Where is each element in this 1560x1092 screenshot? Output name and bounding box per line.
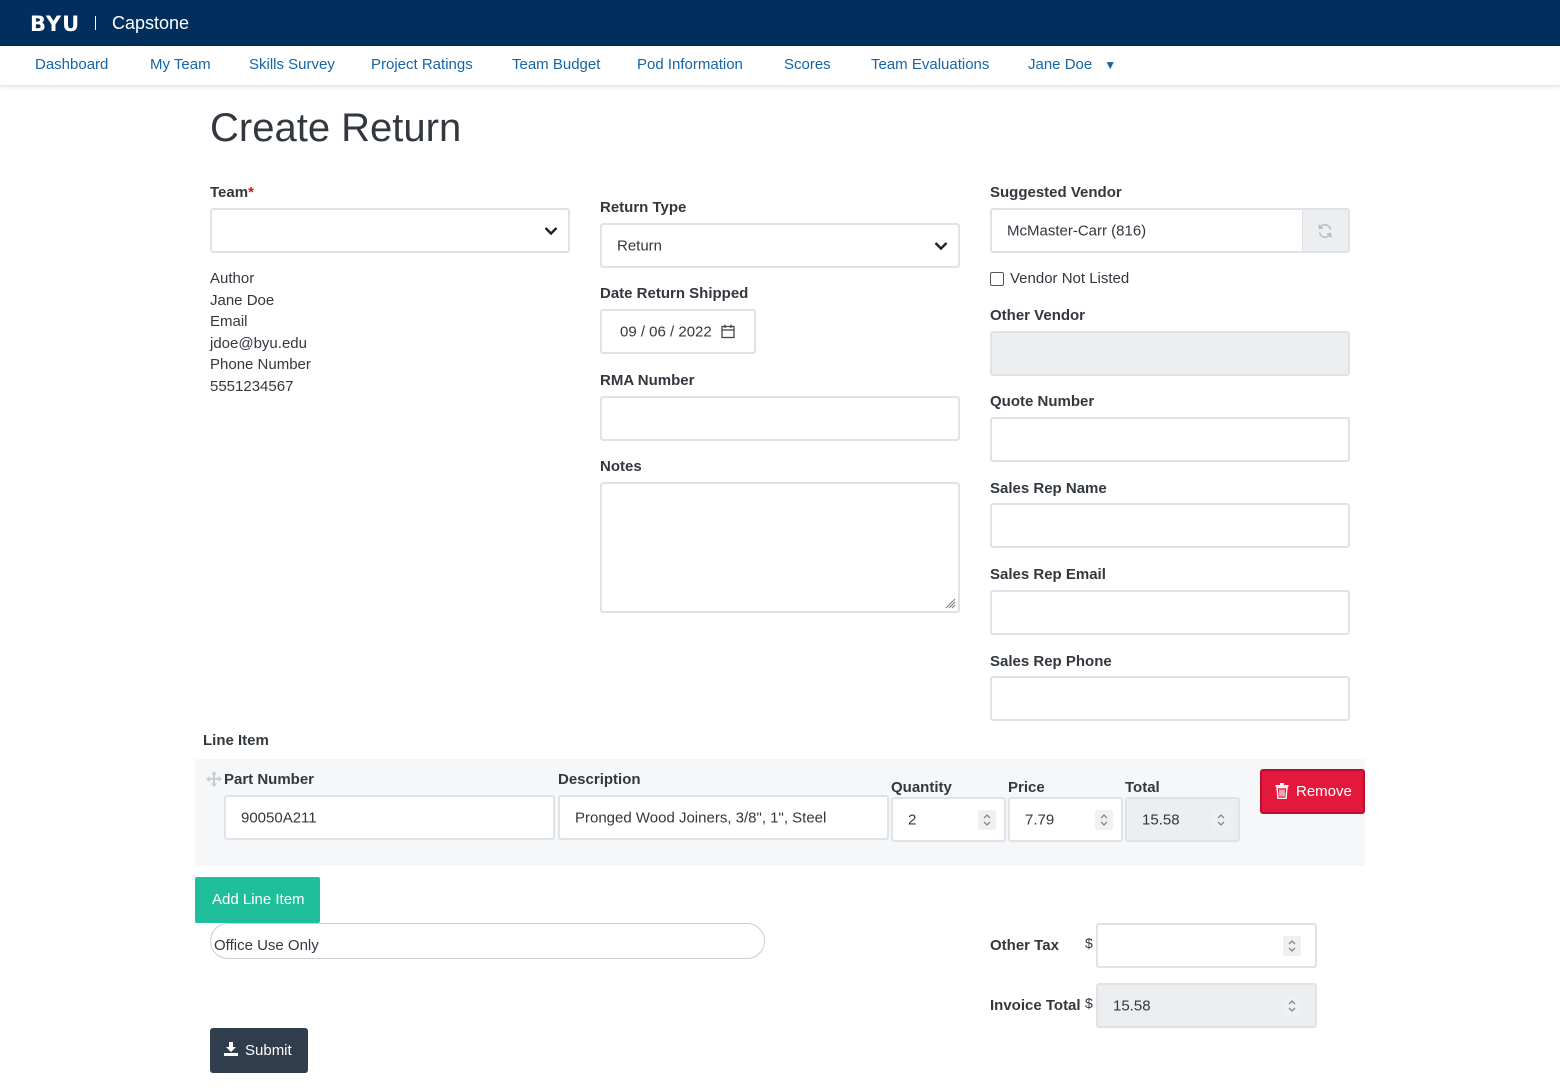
byu-logo[interactable]: BYU bbox=[30, 12, 80, 36]
price-value: 7.79 bbox=[1025, 811, 1055, 828]
notes-label: Notes bbox=[600, 458, 642, 475]
nav-dashboard[interactable]: Dashboard bbox=[35, 56, 108, 73]
drag-handle-icon[interactable] bbox=[205, 770, 223, 788]
submit-icon bbox=[224, 1042, 238, 1056]
description-header: Description bbox=[558, 771, 641, 788]
nav-scores[interactable]: Scores bbox=[784, 56, 831, 73]
vendor-not-listed-label: Vendor Not Listed bbox=[1010, 270, 1130, 287]
phone-label: Phone Number bbox=[210, 356, 311, 373]
nav-team-evaluations[interactable]: Team Evaluations bbox=[871, 56, 989, 73]
part-number-input[interactable]: 90050A211 bbox=[224, 795, 555, 840]
suggested-vendor-input[interactable]: McMaster-Carr (816) bbox=[990, 208, 1304, 253]
part-number-value: 90050A211 bbox=[241, 809, 317, 826]
main-nav: Dashboard My Team Skills Survey Project … bbox=[0, 46, 1560, 86]
user-menu[interactable]: Jane Doe ▼ bbox=[1028, 56, 1116, 73]
resize-handle-icon[interactable] bbox=[944, 597, 956, 609]
user-name: Jane Doe bbox=[1028, 56, 1093, 73]
spinner-icon[interactable] bbox=[1095, 809, 1113, 830]
author-label: Author bbox=[210, 270, 255, 287]
app-name[interactable]: Capstone bbox=[112, 13, 189, 34]
office-use-only-label: Office Use Only bbox=[214, 937, 319, 954]
invoice-total-value: 15.58 bbox=[1113, 997, 1151, 1014]
phone-value: 5551234567 bbox=[210, 378, 294, 395]
quantity-stepper[interactable]: 2 bbox=[891, 797, 1006, 842]
page-title: Create Return bbox=[210, 106, 462, 150]
spinner-icon[interactable] bbox=[1283, 935, 1301, 956]
submit-button[interactable]: Submit bbox=[210, 1028, 308, 1073]
line-item-section-label: Line Item bbox=[203, 732, 269, 749]
spinner-icon bbox=[1283, 995, 1301, 1016]
submit-label: Submit bbox=[245, 1042, 292, 1059]
rma-number-label: RMA Number bbox=[600, 372, 695, 389]
logo-divider bbox=[95, 16, 96, 30]
sales-rep-phone-label: Sales Rep Phone bbox=[990, 653, 1112, 670]
invoice-total-label: Invoice Total bbox=[990, 997, 1081, 1014]
date-shipped-label: Date Return Shipped bbox=[600, 285, 749, 302]
nav-team-budget[interactable]: Team Budget bbox=[512, 56, 600, 73]
trash-icon bbox=[1275, 783, 1289, 799]
email-value: jdoe@byu.edu bbox=[210, 335, 307, 352]
quantity-value: 2 bbox=[908, 811, 917, 828]
add-line-item-label: Add Line Item bbox=[212, 891, 305, 908]
notes-textarea[interactable] bbox=[600, 482, 960, 613]
total-value: 15.58 bbox=[1142, 811, 1180, 828]
calendar-icon[interactable] bbox=[721, 324, 735, 339]
remove-line-item-button[interactable]: Remove bbox=[1260, 769, 1365, 814]
part-number-header: Part Number bbox=[224, 771, 315, 788]
top-header: BYU Capstone bbox=[0, 0, 1560, 46]
currency-symbol: $ bbox=[1085, 995, 1093, 1011]
sales-rep-phone-input[interactable] bbox=[990, 676, 1350, 721]
rma-number-input[interactable] bbox=[600, 396, 960, 441]
sales-rep-name-label: Sales Rep Name bbox=[990, 480, 1107, 497]
price-stepper[interactable]: 7.79 bbox=[1008, 797, 1123, 842]
suggested-vendor-value: McMaster-Carr (816) bbox=[1007, 222, 1147, 239]
nav-pod-information[interactable]: Pod Information bbox=[637, 56, 743, 73]
suggested-vendor-label: Suggested Vendor bbox=[990, 184, 1122, 201]
spinner-icon bbox=[1212, 809, 1230, 830]
total-header: Total bbox=[1125, 779, 1160, 796]
chevron-down-icon bbox=[544, 226, 558, 235]
sales-rep-email-input[interactable] bbox=[990, 590, 1350, 635]
sales-rep-email-label: Sales Rep Email bbox=[990, 566, 1106, 583]
refresh-icon bbox=[1318, 224, 1332, 238]
description-input[interactable]: Pronged Wood Joiners, 3/8", 1", Steel bbox=[558, 795, 889, 840]
team-select[interactable] bbox=[210, 208, 570, 253]
add-line-item-button[interactable]: Add Line Item bbox=[195, 877, 320, 923]
required-mark: * bbox=[248, 184, 254, 201]
sales-rep-name-input[interactable] bbox=[990, 503, 1350, 548]
invoice-total-field: 15.58 bbox=[1096, 983, 1317, 1028]
author-value: Jane Doe bbox=[210, 292, 275, 309]
total-field: 15.58 bbox=[1125, 797, 1240, 842]
date-shipped-input[interactable]: 09 / 06 / 2022 bbox=[600, 309, 756, 354]
vendor-not-listed-checkbox[interactable] bbox=[990, 272, 1004, 286]
spinner-icon[interactable] bbox=[978, 809, 996, 830]
team-label: Team* bbox=[210, 184, 254, 201]
quote-number-input[interactable] bbox=[990, 417, 1350, 462]
nav-project-ratings[interactable]: Project Ratings bbox=[371, 56, 473, 73]
other-tax-input[interactable] bbox=[1096, 923, 1317, 968]
quantity-header: Quantity bbox=[891, 779, 952, 796]
date-shipped-value: 09 / 06 / 2022 bbox=[620, 323, 712, 340]
description-value: Pronged Wood Joiners, 3/8", 1", Steel bbox=[575, 809, 827, 826]
office-use-only-panel[interactable]: Office Use Only bbox=[210, 923, 765, 959]
chevron-down-icon bbox=[934, 241, 948, 250]
other-vendor-label: Other Vendor bbox=[990, 307, 1086, 324]
return-type-select[interactable]: Return bbox=[600, 223, 960, 268]
remove-label: Remove bbox=[1296, 783, 1352, 800]
price-header: Price bbox=[1008, 779, 1045, 796]
return-type-label: Return Type bbox=[600, 199, 687, 216]
other-tax-label: Other Tax bbox=[990, 937, 1059, 954]
refresh-vendor-button[interactable] bbox=[1303, 208, 1350, 253]
email-label: Email bbox=[210, 313, 248, 330]
currency-symbol: $ bbox=[1085, 935, 1093, 951]
caret-down-icon: ▼ bbox=[1104, 58, 1117, 72]
return-type-value: Return bbox=[617, 237, 663, 254]
nav-my-team[interactable]: My Team bbox=[150, 56, 211, 73]
nav-skills-survey[interactable]: Skills Survey bbox=[249, 56, 335, 73]
other-vendor-input[interactable] bbox=[990, 331, 1350, 376]
quote-number-label: Quote Number bbox=[990, 393, 1095, 410]
